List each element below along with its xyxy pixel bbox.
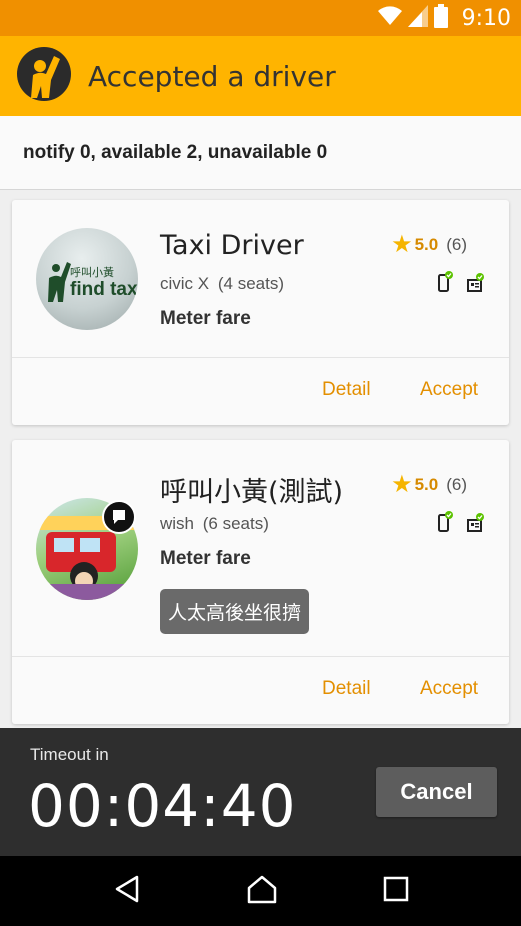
app-bar: Accepted a driver [0, 36, 521, 116]
driver-car-info: civic X (4 seats) [160, 274, 284, 294]
rating-score: 5.0 [414, 475, 439, 494]
car-model: civic X [160, 274, 210, 293]
verification-badges [437, 510, 485, 537]
waving-person-icon [16, 46, 72, 107]
license-verified-icon [467, 272, 485, 297]
driver-note: 人太高後坐很擠 [160, 589, 310, 634]
chat-bubble-icon[interactable] [102, 500, 136, 534]
driver-rating: ★ 5.0 (6) [391, 233, 467, 257]
notify-summary: notify 0, available 2, unavailable 0 [0, 116, 521, 190]
status-time: 9:10 [461, 5, 511, 31]
timeout-label: Timeout in [30, 745, 109, 764]
star-icon: ★ [391, 231, 413, 258]
fare-type: Meter fare [160, 548, 251, 569]
rating-score: 5.0 [414, 235, 439, 254]
driver-avatar: 呼叫小黃 find tax [36, 228, 138, 330]
driver-name: Taxi Driver [160, 230, 304, 261]
car-seats: (4 seats) [217, 274, 284, 293]
signal-icon [407, 4, 428, 32]
phone-verified-icon [437, 270, 453, 297]
driver-name: 呼叫小黃(測試) [160, 477, 344, 508]
rating-count: (6) [446, 235, 467, 254]
driver-rating: ★ 5.0 (6) [391, 473, 467, 497]
avatar-text-bottom: find tax [70, 279, 138, 300]
fare-type: Meter fare [160, 308, 251, 329]
driver-card: 呼叫小黃(測試) wish (6 seats) Meter fare 人太高後坐… [12, 440, 509, 724]
rating-count: (6) [446, 475, 467, 494]
detail-button[interactable]: Detail [322, 678, 371, 700]
accept-button[interactable]: Accept [420, 678, 478, 700]
star-icon: ★ [391, 471, 413, 498]
page-title: Accepted a driver [88, 59, 336, 93]
wifi-icon [377, 5, 402, 31]
verification-badges [437, 270, 485, 297]
cancel-button[interactable]: Cancel [376, 767, 497, 817]
accept-button[interactable]: Accept [420, 379, 478, 401]
detail-button[interactable]: Detail [322, 379, 371, 401]
back-icon[interactable] [113, 874, 141, 909]
driver-card: 呼叫小黃 find tax Taxi Driver civic X (4 sea… [12, 200, 509, 425]
recents-icon[interactable] [383, 876, 409, 907]
phone-verified-icon [437, 510, 453, 537]
card-divider [12, 656, 509, 657]
card-divider [12, 357, 509, 358]
driver-car-info: wish (6 seats) [160, 514, 269, 534]
status-bar: 9:10 [0, 0, 521, 36]
timeout-panel: Timeout in 00:04:40 Cancel [0, 728, 521, 856]
car-model: wish [160, 514, 195, 533]
car-seats: (6 seats) [202, 514, 269, 533]
system-nav-bar [0, 856, 521, 926]
license-verified-icon [467, 512, 485, 537]
timeout-countdown: 00:04:40 [28, 772, 297, 840]
avatar-text-top: 呼叫小黃 [70, 266, 114, 279]
home-icon[interactable] [246, 874, 278, 909]
battery-icon [433, 3, 448, 33]
